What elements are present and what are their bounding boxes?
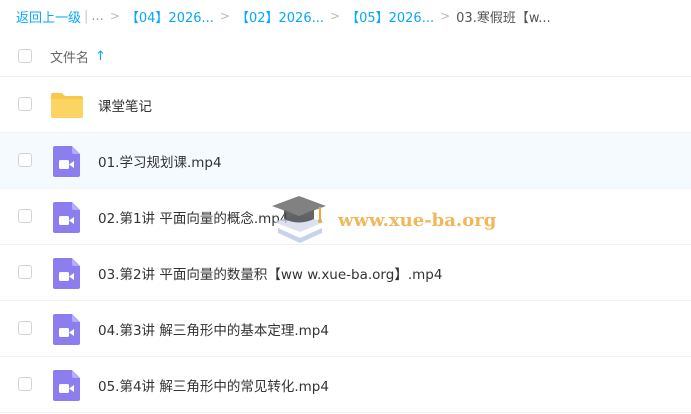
chevron-right-icon: > [330,9,341,23]
row-checkbox[interactable] [18,153,32,167]
file-name[interactable]: 03.第2讲 平面向量的数量积【ww w.xue-ba.org】.mp4 [98,263,442,283]
sort-arrow-icon[interactable]: ↑ [95,49,106,64]
video-icon [53,257,80,289]
breadcrumb-current: 03.寒假班【w... [456,10,551,26]
row-checkbox[interactable] [18,265,32,279]
column-header-name[interactable]: 文件名 ↑ [50,47,106,66]
file-name[interactable]: 02.第1讲 平面向量的概念.mp4 [98,207,288,227]
chevron-right-icon: > [109,9,120,23]
breadcrumb-divider: | [84,8,89,24]
table-row[interactable]: 02.第1讲 平面向量的概念.mp4 [0,189,691,245]
table-row[interactable]: 课堂笔记 [0,77,691,133]
table-row[interactable]: 05.第4讲 解三角形中的常见转化.mp4 [0,357,691,413]
table-row[interactable]: 04.第3讲 解三角形中的基本定理.mp4 [0,301,691,357]
breadcrumb-item-2[interactable]: 【02】2026... [236,7,324,26]
file-name[interactable]: 01.学习规划课.mp4 [98,151,222,171]
select-all-checkbox[interactable] [18,49,32,63]
row-checkbox[interactable] [18,377,32,391]
row-checkbox[interactable] [18,209,32,223]
table-row[interactable]: 03.第2讲 平面向量的数量积【ww w.xue-ba.org】.mp4 [0,245,691,301]
file-list-header: 文件名 ↑ [0,36,691,77]
file-name[interactable]: 04.第3讲 解三角形中的基本定理.mp4 [98,319,329,339]
row-checkbox[interactable] [18,97,32,111]
column-header-label: 文件名 [50,50,90,66]
chevron-right-icon: > [219,9,230,23]
breadcrumb-item-3[interactable]: 【05】2026... [346,7,434,26]
file-name[interactable]: 课堂笔记 [98,95,152,115]
video-icon [53,145,80,177]
file-list: 课堂笔记 01.学习规划课.mp4 02.第1讲 平面向量的概念.mp4 03.… [0,77,691,413]
file-name[interactable]: 05.第4讲 解三角形中的常见转化.mp4 [98,375,329,395]
video-icon [53,313,80,345]
video-icon [53,369,80,401]
breadcrumb: 返回上一级 | ... > 【04】2026... > 【02】2026... … [16,0,691,32]
folder-icon [51,92,83,118]
back-link[interactable]: 返回上一级 [16,7,81,26]
table-row[interactable]: 01.学习规划课.mp4 [0,133,691,189]
video-icon [53,201,80,233]
row-checkbox[interactable] [18,321,32,335]
breadcrumb-ellipsis[interactable]: ... [91,9,103,24]
breadcrumb-item-1[interactable]: 【04】2026... [126,7,214,26]
chevron-right-icon: > [440,9,451,23]
